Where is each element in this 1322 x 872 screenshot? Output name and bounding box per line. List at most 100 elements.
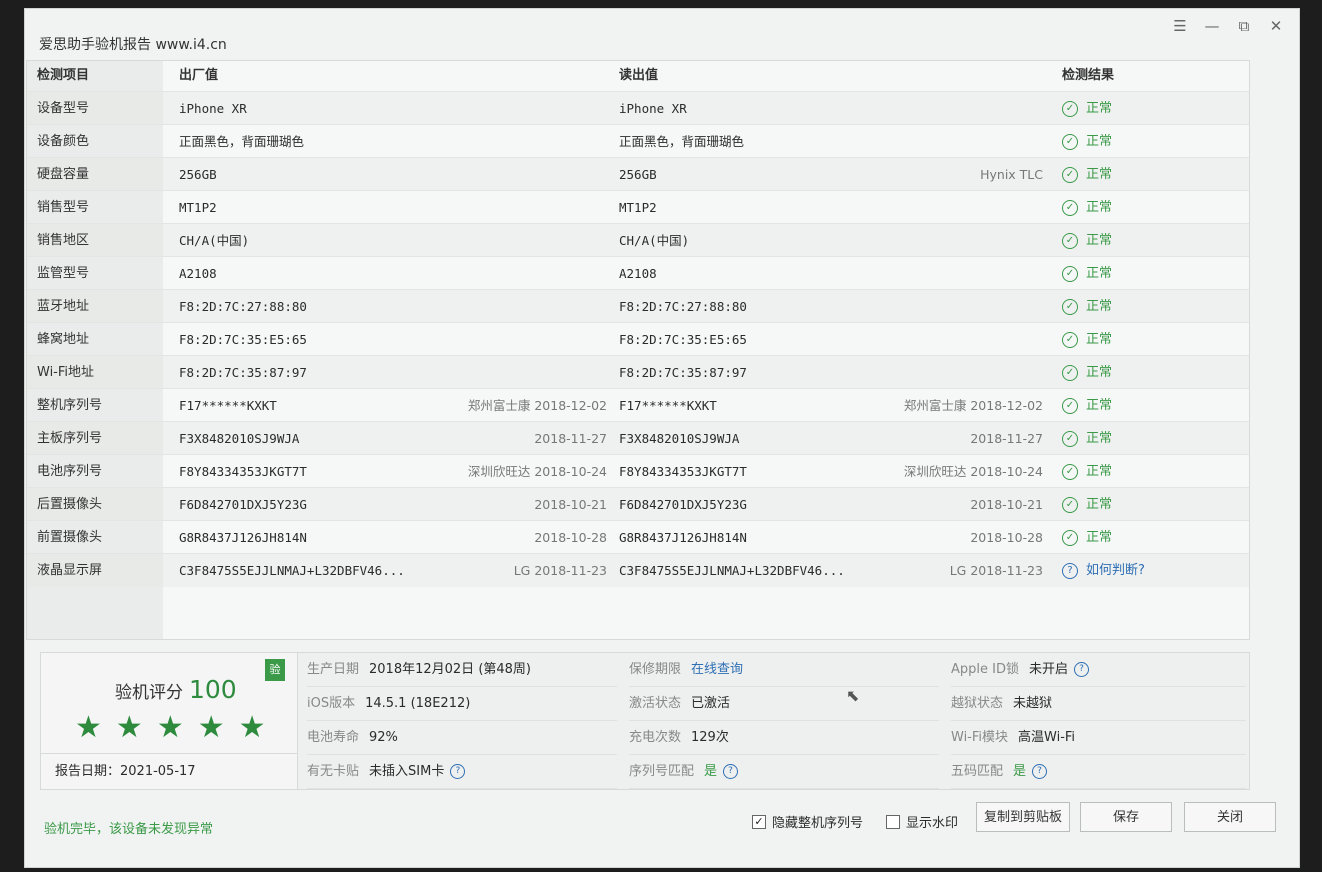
watermark-label: 显示水印 <box>906 816 959 831</box>
info-value[interactable]: 在线查询 <box>691 662 743 677</box>
table-row: 监管型号 A2108 A2108 ✓ 正常 <box>27 256 1249 290</box>
row-result[interactable]: ? 如何判断? <box>1062 554 1242 587</box>
check-circle-icon: ✓ <box>1062 496 1078 513</box>
row-read-note <box>873 290 1043 323</box>
row-result: ✓ 正常 <box>1062 488 1242 521</box>
restore-icon[interactable]: ⧉ <box>1235 17 1253 35</box>
row-result: ✓ 正常 <box>1062 191 1242 224</box>
row-result: ✓ 正常 <box>1062 521 1242 554</box>
row-read-note <box>873 191 1043 224</box>
header-read: 读出值 <box>619 68 659 83</box>
window-controls: ☰ — ⧉ ✕ <box>1171 17 1285 35</box>
inspection-table: 检测项目 出厂值 读出值 检测结果 设备型号 iPhone XR iPhone XR… <box>26 60 1250 640</box>
info-label: 充电次数 <box>629 730 682 745</box>
question-circle-icon: ? <box>1062 562 1078 579</box>
table-row: 主板序列号 F3X8482010SJ9WJA 2018-11-27 F3X848201… <box>27 421 1249 455</box>
row-factory-note <box>437 125 607 158</box>
row-factory-note <box>437 356 607 389</box>
row-item: 整机序列号 <box>37 398 103 413</box>
copy-to-clipboard-button[interactable]: 复制到剪贴板 <box>976 802 1070 832</box>
star-icon: ★ <box>75 710 102 745</box>
row-factory-note <box>437 257 607 290</box>
table-row: 设备颜色 正面黑色，背面珊瑚色 正面黑色，背面珊瑚色 ✓ 正常 <box>27 124 1249 158</box>
check-circle-icon: ✓ <box>1062 133 1078 150</box>
close-icon[interactable]: ✕ <box>1267 17 1285 35</box>
check-circle-icon: ✓ <box>1062 364 1078 381</box>
row-result-label: 正常 <box>1086 398 1113 413</box>
checkbox-unchecked-icon[interactable] <box>886 814 900 829</box>
table-row: Wi-Fi地址 F8:2D:7C:35:87:97 F8:2D:7C:35:87:9… <box>27 355 1249 389</box>
row-result-label: 正常 <box>1086 167 1113 182</box>
row-item: 硬盘容量 <box>37 167 90 182</box>
row-item: 前置摄像头 <box>37 530 103 545</box>
watermark-checkbox[interactable]: 显示水印 <box>886 812 958 831</box>
info-item: Apple ID锁 未开启? <box>951 653 1246 687</box>
help-icon[interactable]: ? <box>1074 662 1089 677</box>
row-read-note <box>873 323 1043 356</box>
row-result: ✓ 正常 <box>1062 92 1242 125</box>
header-item: 检测项目 <box>37 68 90 83</box>
row-factory-value: F6D842701DXJ5Y23G <box>179 497 307 512</box>
help-icon[interactable]: ? <box>1032 764 1048 779</box>
row-factory-value: iPhone XR <box>179 101 247 116</box>
header-result: 检测结果 <box>1062 68 1115 83</box>
row-factory-value: A2108 <box>179 266 217 281</box>
checkbox-checked-icon[interactable]: ✓ <box>752 814 766 829</box>
check-circle-icon: ✓ <box>1062 166 1078 183</box>
row-read-note <box>873 356 1043 389</box>
row-factory-value: 256GB <box>179 167 217 182</box>
row-factory-value: F8:2D:7C:27:88:80 <box>179 299 307 314</box>
row-factory-note <box>437 224 607 257</box>
row-result: ✓ 正常 <box>1062 422 1242 455</box>
window-title: 爱思助手验机报告 www.i4.cn <box>39 37 227 53</box>
info-value: 已激活 <box>691 696 731 711</box>
info-item: iOS版本 14.5.1 (18E212) <box>307 687 617 721</box>
info-value: 未开启 <box>1028 662 1068 677</box>
menu-icon[interactable]: ☰ <box>1171 17 1189 35</box>
info-value: 未越狱 <box>1013 696 1053 711</box>
row-factory-value: MT1P2 <box>179 200 217 215</box>
info-label: 保修期限 <box>629 662 682 677</box>
info-value: 高温Wi-Fi <box>1018 730 1076 745</box>
check-circle-icon: ✓ <box>1062 199 1078 216</box>
check-circle-icon: ✓ <box>1062 232 1078 249</box>
row-factory-value: F8:2D:7C:35:E5:65 <box>179 332 307 347</box>
info-item: 电池寿命 92% <box>307 721 617 755</box>
rating-stars: ★ ★ ★ ★ ★ <box>75 713 266 743</box>
info-value: 未插入SIM卡 <box>369 764 445 779</box>
row-result: ✓ 正常 <box>1062 158 1242 191</box>
row-read-note: 2018-10-21 <box>970 497 1043 512</box>
score-line: 验机评分 100 <box>115 675 237 704</box>
row-factory-note <box>437 92 607 125</box>
check-circle-icon: ✓ <box>1062 265 1078 282</box>
table-row: 蓝牙地址 F8:2D:7C:27:88:80 F8:2D:7C:27:88:80 ✓ 正… <box>27 289 1249 323</box>
row-item: 后置摄像头 <box>37 497 103 512</box>
row-read-note <box>873 92 1043 125</box>
row-factory-note: 郑州富士康 2018-12-02 <box>467 398 607 413</box>
save-button[interactable]: 保存 <box>1080 802 1172 832</box>
row-result: ✓ 正常 <box>1062 323 1242 356</box>
row-factory-value: 正面黑色，背面珊瑚色 <box>179 134 305 149</box>
table-row: 销售地区 CH/A(中国) CH/A(中国) ✓ 正常 <box>27 223 1249 257</box>
hide-serial-checkbox[interactable]: ✓ 隐藏整机序列号 <box>752 812 863 831</box>
info-label: 激活状态 <box>629 696 682 711</box>
row-item: 监管型号 <box>37 266 90 281</box>
mouse-cursor-icon: ⬉ <box>846 686 860 705</box>
close-button[interactable]: 关闭 <box>1184 802 1276 832</box>
minimize-icon[interactable]: — <box>1203 17 1221 35</box>
row-read-note <box>873 224 1043 257</box>
row-factory-note <box>437 323 607 356</box>
info-item: 有无卡贴 未插入SIM卡? <box>307 755 617 789</box>
info-value: 129次 <box>691 730 729 745</box>
info-value: 是 <box>1013 764 1027 779</box>
row-result: ✓ 正常 <box>1062 455 1242 488</box>
table-row: 电池序列号 F8Y84334353JKGT7T 深圳欣旺达 2018-10-24 F8… <box>27 454 1249 488</box>
row-factory-value: F3X8482010SJ9WJA <box>179 431 300 446</box>
help-icon[interactable]: ? <box>450 764 466 779</box>
info-label: 越狱状态 <box>951 696 1004 711</box>
row-result: ✓ 正常 <box>1062 257 1242 290</box>
table-row: 销售型号 MT1P2 MT1P2 ✓ 正常 <box>27 190 1249 224</box>
help-icon[interactable]: ? <box>723 764 739 779</box>
row-result-label: 正常 <box>1086 200 1113 215</box>
check-circle-icon: ✓ <box>1062 430 1078 447</box>
